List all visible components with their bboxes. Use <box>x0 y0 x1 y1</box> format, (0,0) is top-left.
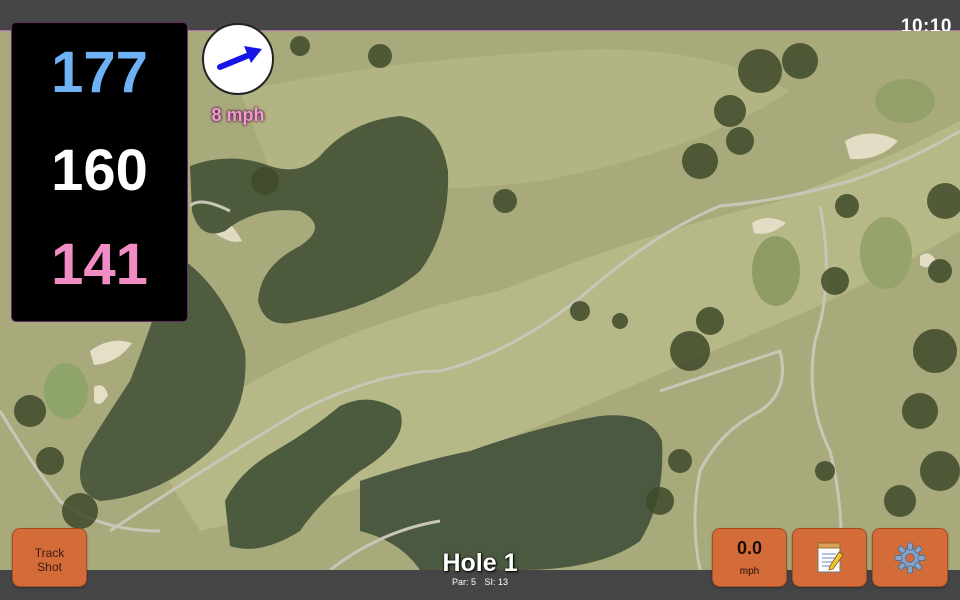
speed-button[interactable]: 0.0 mph <box>712 528 787 587</box>
speed-unit: mph <box>739 566 760 577</box>
back-distance: 177 <box>51 40 148 105</box>
front-distance: 141 <box>51 232 148 297</box>
wind-speed: 8 mph <box>211 105 265 125</box>
track-shot-button[interactable]: Track Shot <box>12 528 87 587</box>
hole-stroke-index: SI: 13 <box>484 577 509 587</box>
track-shot-label: Track Shot <box>34 546 65 574</box>
wind-indicator[interactable] <box>202 23 274 95</box>
speed-value: 0.0 <box>736 538 763 558</box>
hole-par: Par: 5 <box>451 577 476 587</box>
center-distance: 160 <box>51 138 148 203</box>
hole-info: Par: 5 SI: 13 <box>380 577 580 587</box>
gear-icon <box>894 542 926 573</box>
notes-button[interactable] <box>792 528 867 587</box>
distance-panel: 177 160 141 <box>11 22 188 322</box>
wind-direction-arrow-icon <box>217 46 262 70</box>
hole-title: Hole 1 <box>442 549 518 577</box>
settings-button[interactable] <box>872 528 948 587</box>
notepad-icon <box>817 542 844 572</box>
